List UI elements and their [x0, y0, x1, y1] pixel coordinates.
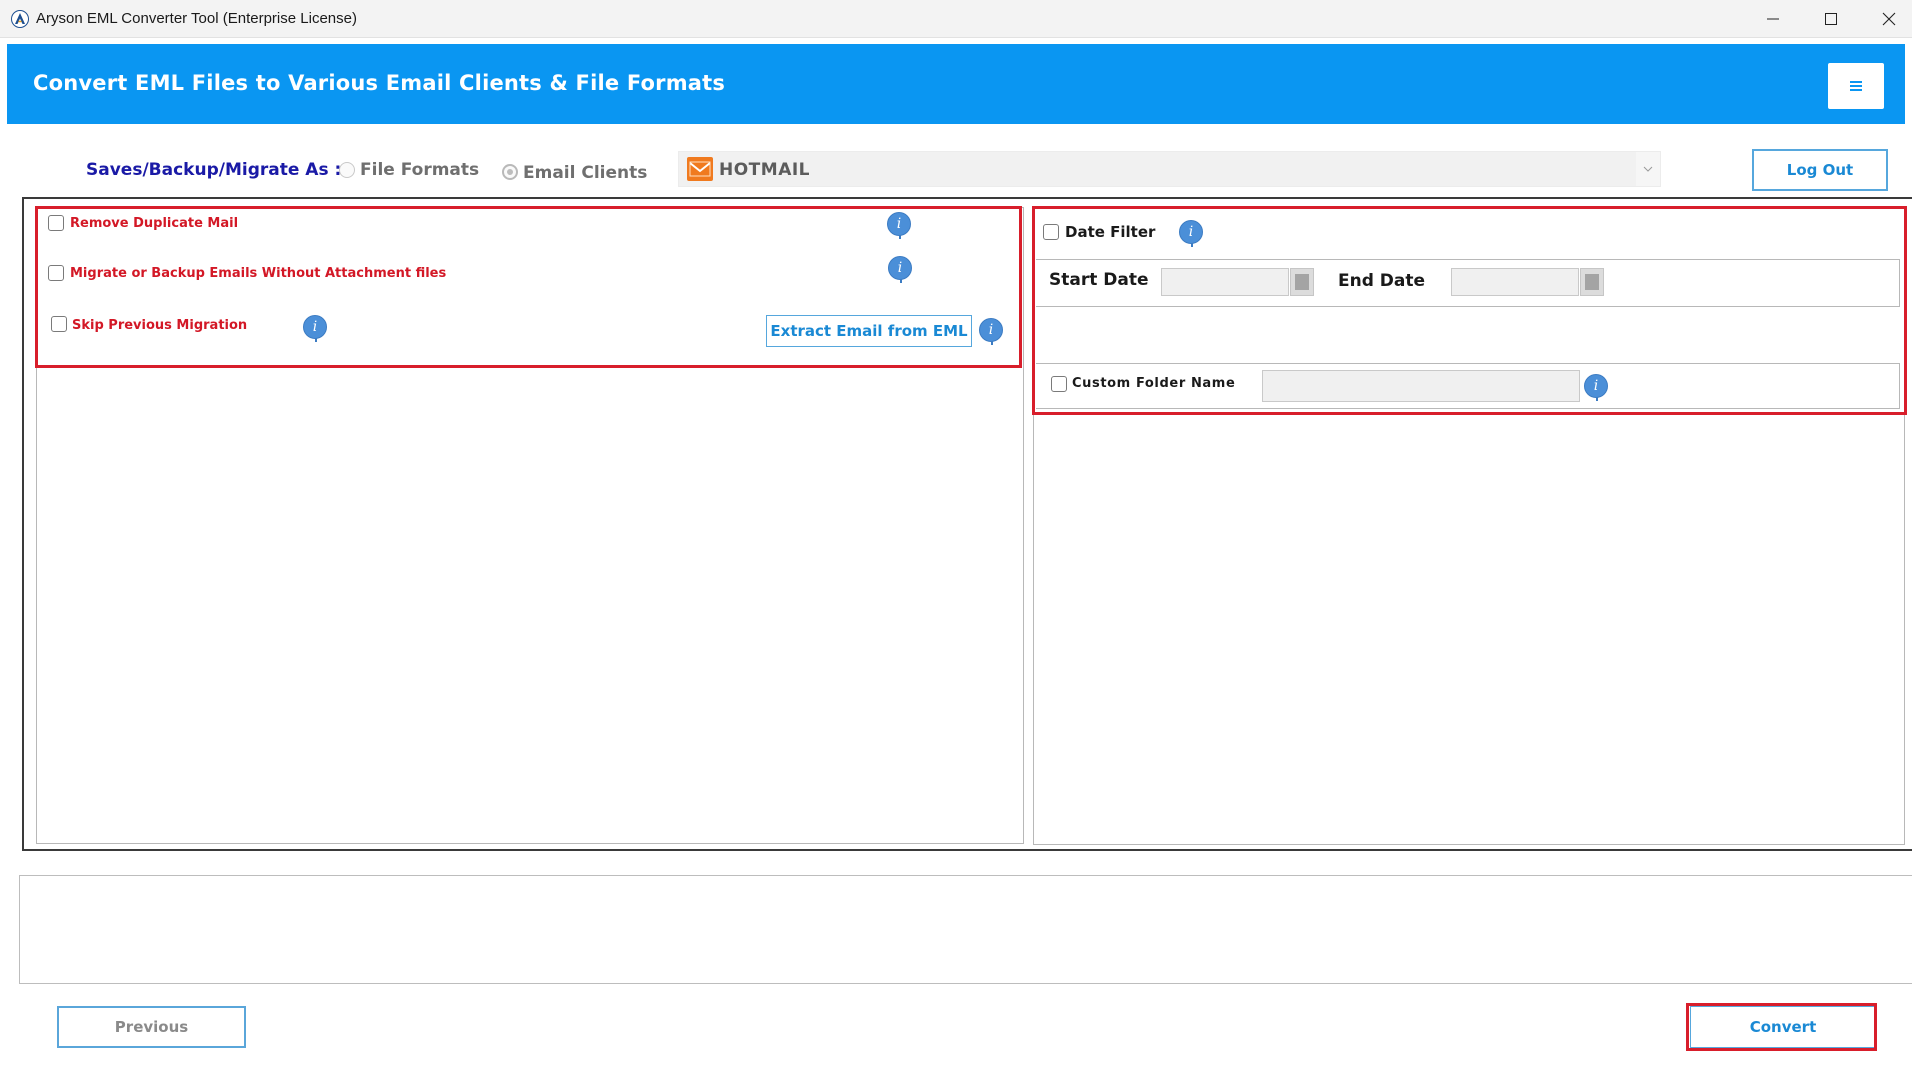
close-button[interactable] — [1860, 0, 1912, 38]
log-area — [19, 875, 1912, 984]
aryson-logo-icon — [11, 10, 29, 28]
maximize-icon — [1825, 13, 1837, 25]
hamburger-menu-icon — [1850, 81, 1862, 91]
file-formats-label[interactable]: File Formats — [360, 160, 479, 180]
highlight-box-filters — [1032, 206, 1907, 415]
email-clients-label[interactable]: Email Clients — [523, 163, 647, 183]
email-clients-radio[interactable] — [502, 164, 518, 180]
highlight-box-convert — [1686, 1003, 1877, 1051]
menu-button[interactable] — [1828, 63, 1884, 109]
close-icon — [1882, 12, 1896, 26]
maximize-button[interactable] — [1802, 0, 1860, 38]
window-title: Aryson EML Converter Tool (Enterprise Li… — [36, 10, 357, 27]
header-banner: Convert EML Files to Various Email Clien… — [7, 44, 1905, 124]
saves-as-label: Saves/Backup/Migrate As : — [86, 160, 342, 180]
email-client-select[interactable]: HOTMAIL — [678, 151, 1661, 187]
previous-button[interactable]: Previous — [57, 1006, 246, 1048]
file-formats-radio[interactable] — [339, 162, 355, 178]
envelope-icon — [687, 157, 713, 181]
logout-button[interactable]: Log Out — [1752, 149, 1888, 191]
dropdown-arrow[interactable] — [1636, 152, 1660, 186]
window-titlebar: Aryson EML Converter Tool (Enterprise Li… — [0, 0, 1912, 38]
minimize-icon — [1767, 18, 1779, 20]
minimize-button[interactable] — [1744, 0, 1802, 38]
page-title: Convert EML Files to Various Email Clien… — [33, 71, 726, 95]
chevron-down-icon — [1643, 166, 1653, 172]
highlight-box-options — [35, 206, 1022, 368]
selected-client-text: HOTMAIL — [719, 160, 811, 180]
